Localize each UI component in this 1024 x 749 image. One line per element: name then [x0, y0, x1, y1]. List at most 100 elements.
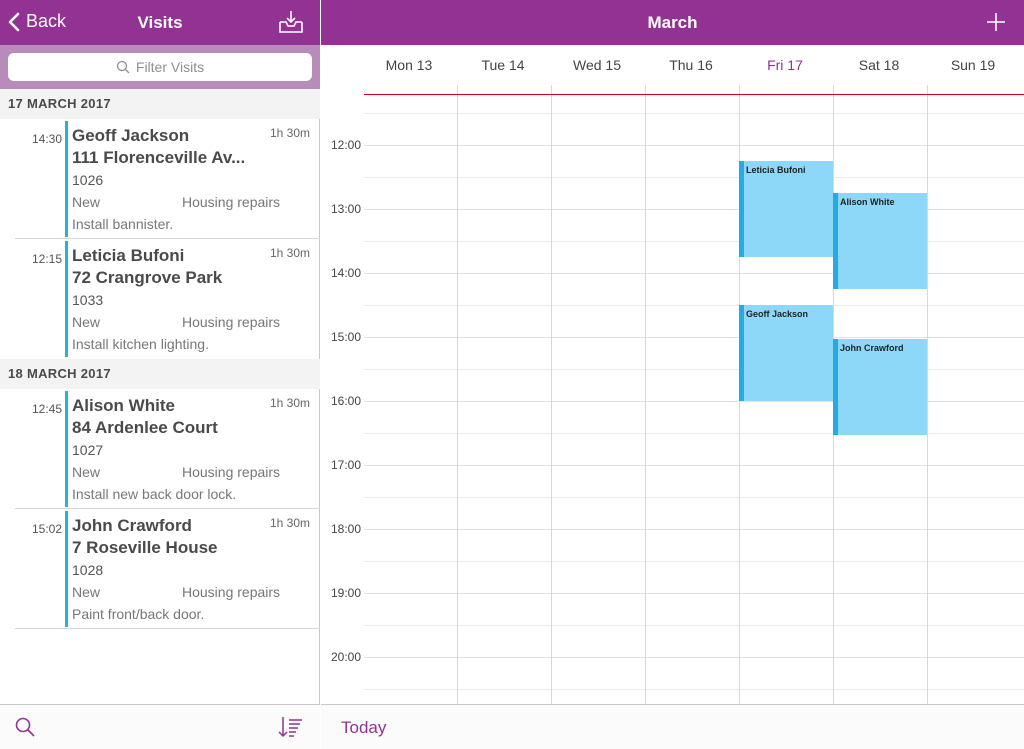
section-header: 17 MARCH 2017	[0, 89, 320, 119]
section-header: 18 MARCH 2017	[0, 359, 320, 389]
hour-label: 12:00	[330, 138, 361, 152]
visit-accent-bar	[65, 391, 68, 507]
hour-label: 15:00	[330, 330, 361, 344]
inbox-download-icon	[279, 11, 303, 33]
search-icon	[15, 717, 35, 737]
visit-type: Housing repairs	[182, 464, 281, 480]
day-header: Mon 13	[385, 57, 433, 73]
visit-number: 1027	[72, 442, 104, 458]
grid-line	[364, 497, 1024, 498]
sort-button[interactable]	[278, 716, 304, 743]
day-separator	[457, 85, 458, 704]
filter-visits-placeholder: Filter Visits	[135, 59, 205, 75]
calendar-toolbar: Today	[321, 704, 1024, 749]
visit-address: 72 Crangrove Park	[72, 268, 223, 287]
calendar-event[interactable]: Geoff Jackson	[739, 305, 833, 401]
app: Back Visits Filter Visits 17 MARCH 2017 …	[0, 0, 1024, 749]
visit-address: 7 Roseville House	[72, 538, 218, 557]
visit-status: New	[72, 194, 101, 210]
back-button[interactable]: Back	[8, 11, 66, 32]
visit-description: Install kitchen lighting.	[72, 336, 209, 352]
visit-number: 1033	[72, 292, 104, 308]
visit-time: 12:15	[32, 252, 63, 266]
hour-label: 19:00	[330, 586, 361, 600]
event-title: Alison White	[840, 197, 895, 207]
visit-duration: 1h 30m	[269, 396, 310, 410]
visit-accent-bar	[65, 121, 68, 237]
visit-accent-bar	[65, 241, 68, 357]
visit-status: New	[72, 464, 101, 480]
visit-item[interactable]: 15:02 John Crawford 7 Roseville House 1h…	[15, 509, 320, 629]
hour-label: 13:00	[330, 202, 361, 216]
calendar-event[interactable]: Leticia Bufoni	[739, 161, 833, 257]
visit-description: Paint front/back door.	[72, 606, 205, 622]
visit-time: 14:30	[32, 132, 63, 146]
visit-type: Housing repairs	[182, 194, 281, 210]
visit-address: 111 Florenceville Av...	[72, 148, 246, 167]
back-label: Back	[26, 11, 67, 31]
grid-line	[364, 625, 1024, 626]
visit-time: 15:02	[32, 522, 63, 536]
sort-icon	[278, 717, 302, 738]
grid-line	[364, 113, 1024, 114]
grid-line	[364, 561, 1024, 562]
visit-name: Alison White	[72, 396, 175, 415]
hour-label: 16:00	[330, 394, 361, 408]
day-separator	[645, 85, 646, 704]
calendar-nav-bar: March	[321, 0, 1024, 45]
visit-name: Geoff Jackson	[72, 126, 190, 145]
add-visit-button[interactable]	[986, 12, 1006, 37]
visit-status: New	[72, 584, 101, 600]
visit-duration: 1h 30m	[269, 246, 310, 260]
grid-line	[364, 305, 1024, 306]
grid-line	[364, 465, 1024, 466]
visit-name: Leticia Bufoni	[72, 246, 185, 265]
calendar-pane: March Mon 13 Tue 14 Wed 15 Thu 16 Fri 17 Sat …	[321, 0, 1024, 749]
day-header: Fri 17	[767, 57, 803, 73]
visit-description: Install bannister.	[72, 216, 174, 232]
visit-address: 84 Ardenlee Court	[72, 418, 218, 437]
event-title: Leticia Bufoni	[746, 165, 806, 175]
week-day-header: Mon 13 Tue 14 Wed 15 Thu 16 Fri 17 Sat 18 Sun …	[321, 45, 1024, 85]
event-title: Geoff Jackson	[746, 309, 809, 319]
visit-type: Housing repairs	[182, 314, 281, 330]
visit-item[interactable]: 12:15 Leticia Bufoni 72 Crangrove Park 1…	[15, 239, 320, 359]
search-icon	[116, 60, 130, 74]
hour-label: 14:00	[330, 266, 361, 280]
visit-status: New	[72, 314, 101, 330]
visits-title: Visits	[137, 13, 183, 32]
grid-line	[364, 689, 1024, 690]
week-grid[interactable]: 12:00 13:00 14:00 15:00 16:00 17:00 18:00 19:00…	[321, 85, 1024, 704]
day-header: Sat 18	[858, 57, 900, 73]
hour-label: 17:00	[330, 458, 361, 472]
visit-type: Housing repairs	[182, 584, 281, 600]
calendar-event[interactable]: Alison White	[833, 193, 927, 289]
hour-label: 18:00	[330, 522, 361, 536]
inbox-button[interactable]	[278, 10, 304, 39]
day-header: Thu 16	[669, 57, 713, 73]
today-button[interactable]: Today	[341, 718, 386, 738]
day-separator	[927, 85, 928, 704]
day-header: Tue 14	[481, 57, 525, 73]
visit-list: 17 MARCH 2017 14:30 Geoff Jackson 111 Fl…	[0, 89, 320, 629]
visits-pane: Back Visits Filter Visits 17 MARCH 2017 …	[0, 0, 320, 749]
grid-line	[364, 177, 1024, 178]
calendar-event[interactable]: John Crawford	[833, 339, 927, 436]
day-separator	[551, 85, 552, 704]
day-header: Wed 15	[573, 57, 621, 73]
filter-bar: Filter Visits	[0, 45, 320, 89]
plus-icon	[987, 13, 1005, 31]
grid-line	[364, 529, 1024, 530]
search-button[interactable]	[15, 717, 35, 742]
visit-duration: 1h 30m	[269, 126, 310, 140]
visit-name: John Crawford	[72, 516, 192, 535]
visit-item[interactable]: 14:30 Geoff Jackson 111 Florenceville Av…	[15, 119, 320, 239]
hour-label: 20:00	[330, 650, 361, 664]
grid-line	[364, 657, 1024, 658]
chevron-left-icon	[8, 12, 20, 31]
visit-item[interactable]: 12:45 Alison White 84 Ardenlee Court 1h …	[15, 389, 320, 509]
visit-duration: 1h 30m	[269, 516, 310, 530]
visits-toolbar	[0, 704, 320, 749]
filter-visits-input[interactable]: Filter Visits	[8, 53, 312, 81]
visit-accent-bar	[65, 511, 68, 627]
